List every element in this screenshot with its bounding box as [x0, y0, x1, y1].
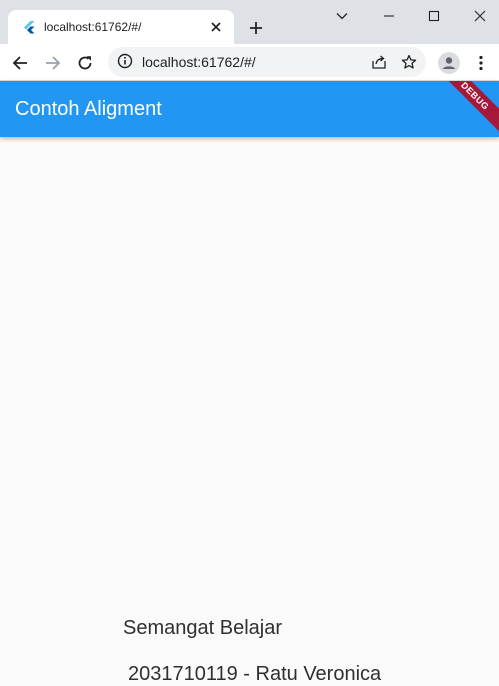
arrow-right-icon	[45, 55, 61, 71]
flutter-logo-icon	[22, 20, 36, 34]
star-icon[interactable]	[396, 49, 422, 75]
debug-banner: DEBUG	[430, 81, 499, 137]
reload-icon	[77, 55, 93, 71]
chevron-down-icon	[336, 12, 348, 20]
close-icon[interactable]	[204, 15, 228, 39]
minimize-button[interactable]	[374, 4, 404, 28]
minimize-icon	[383, 10, 395, 22]
share-icon[interactable]	[366, 49, 392, 75]
tab-search-button[interactable]	[327, 4, 357, 28]
arrow-left-icon	[12, 55, 28, 71]
back-button[interactable]	[7, 50, 33, 76]
semangat-text: Semangat Belajar	[123, 617, 282, 639]
browser-tab[interactable]: localhost:61762/#/	[8, 10, 234, 44]
tab-strip: localhost:61762/#/	[0, 0, 499, 44]
app-bar: Contoh Aligment DEBUG	[0, 81, 499, 137]
new-tab-button[interactable]	[244, 16, 268, 40]
debug-banner-label: DEBUG	[459, 81, 491, 112]
plus-icon	[249, 21, 263, 35]
forward-button[interactable]	[40, 50, 66, 76]
avatar-icon	[438, 52, 460, 74]
browser-toolbar: localhost:61762/#/	[0, 44, 499, 81]
app-body: Semangat Belajar 2031710119 - Ratu Veron…	[0, 137, 499, 685]
window-close-button[interactable]	[465, 4, 495, 28]
app-bar-title: Contoh Aligment	[15, 98, 162, 120]
address-bar[interactable]: localhost:61762/#/	[108, 47, 426, 77]
browser-menu-button[interactable]	[468, 50, 494, 76]
student-id-text: 2031710119 - Ratu Veronica	[128, 663, 382, 685]
maximize-button[interactable]	[419, 4, 449, 28]
maximize-icon	[428, 10, 440, 22]
profile-button[interactable]	[436, 50, 462, 76]
close-icon	[474, 10, 486, 22]
info-icon[interactable]	[117, 53, 135, 71]
reload-button[interactable]	[72, 50, 98, 76]
tab-title: localhost:61762/#/	[44, 20, 142, 34]
url-text[interactable]: localhost:61762/#/	[142, 54, 366, 70]
kebab-menu-icon	[479, 55, 483, 71]
